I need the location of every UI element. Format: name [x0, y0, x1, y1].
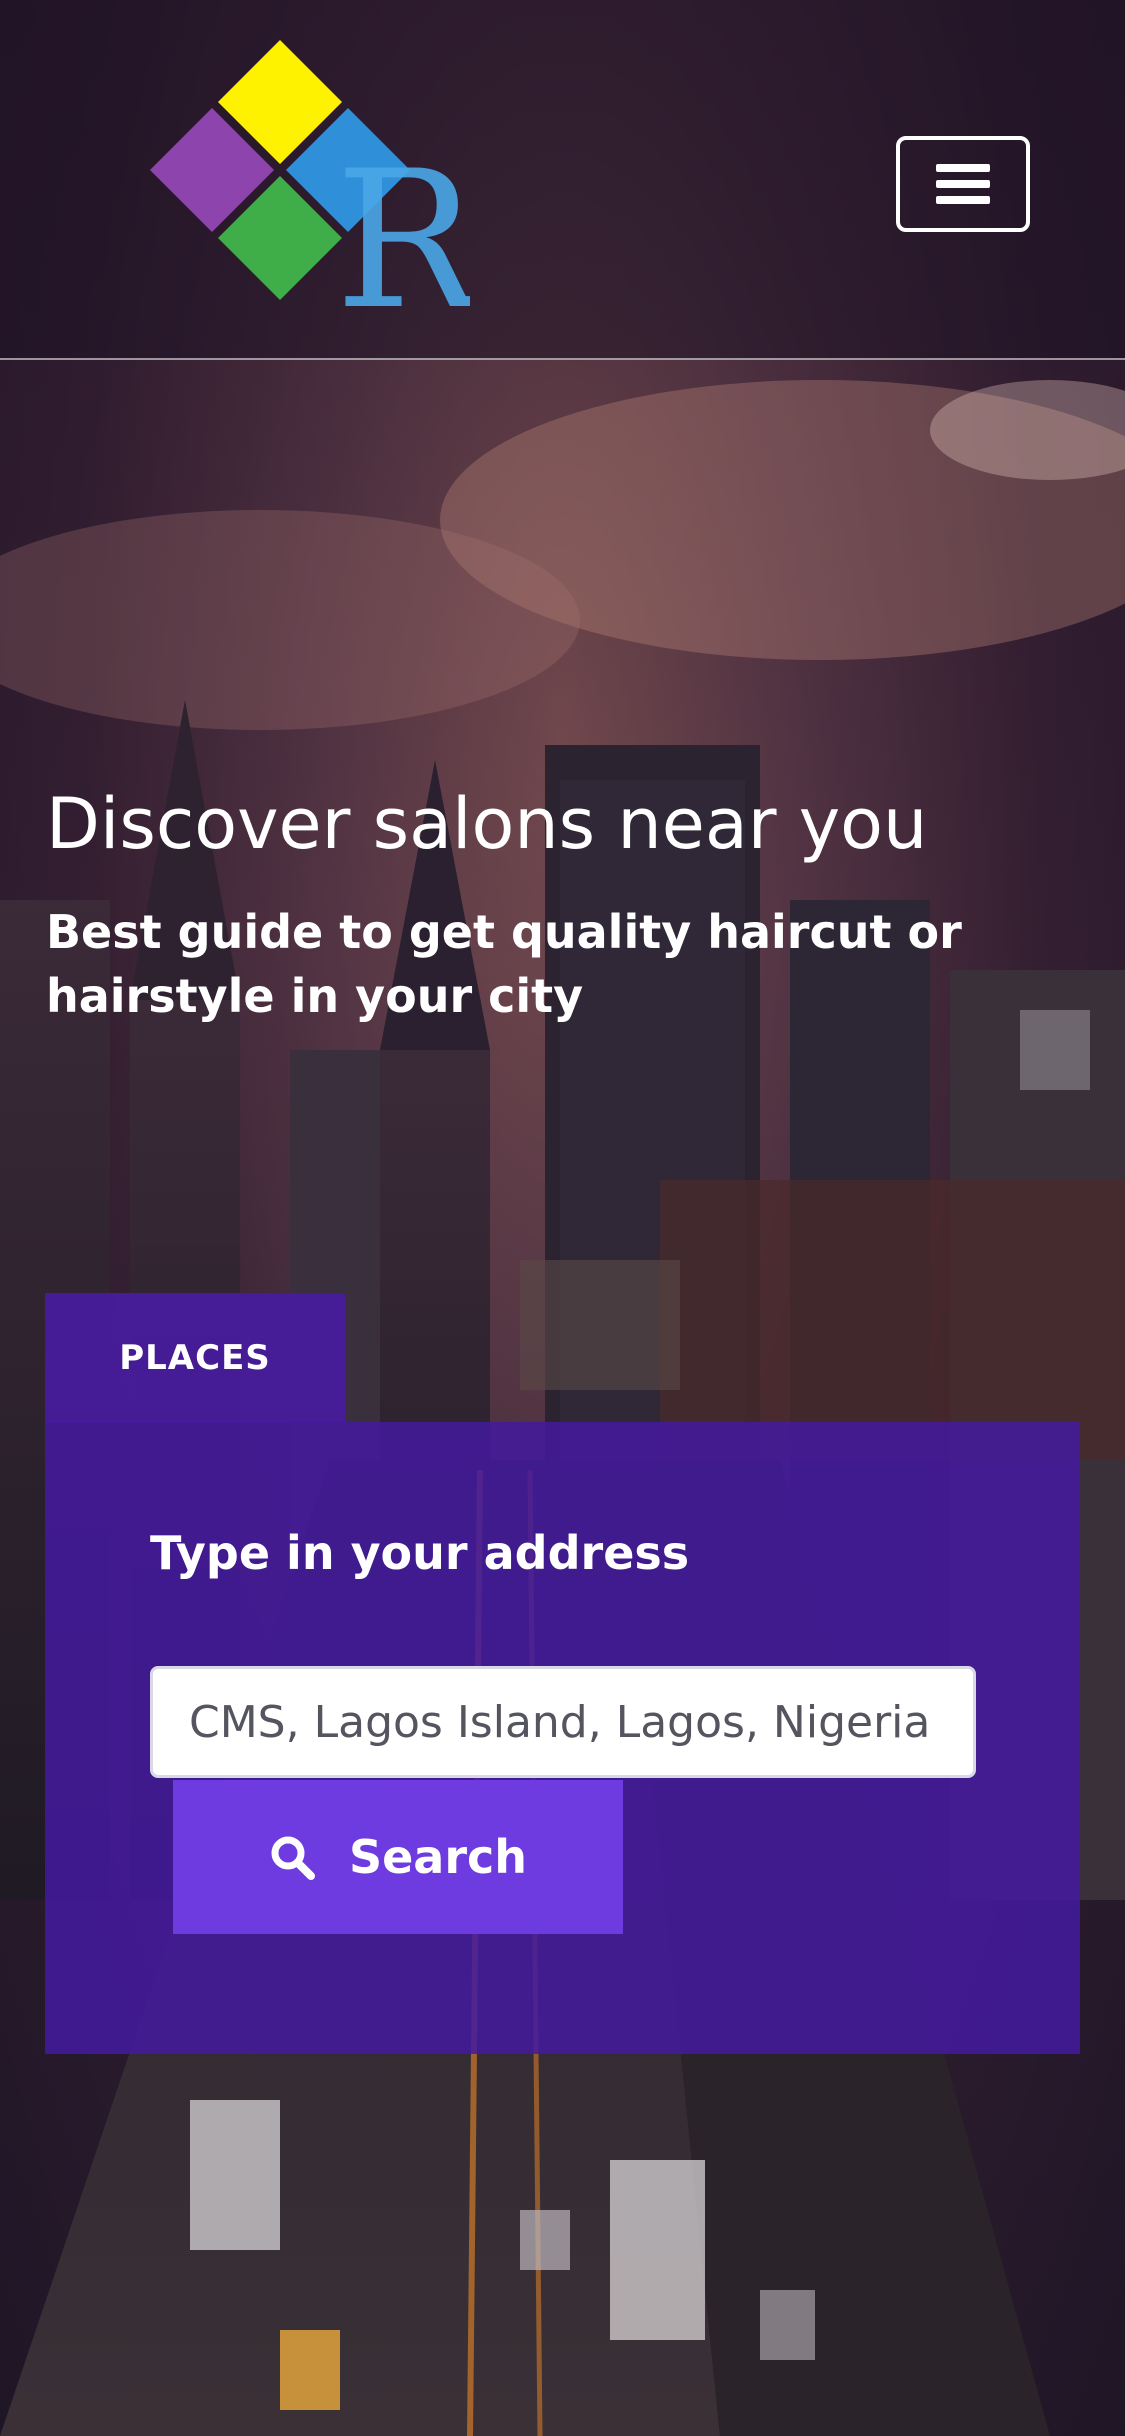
hamburger-menu-icon: [936, 164, 990, 204]
logo-letter: R: [335, 130, 470, 318]
address-input[interactable]: [150, 1666, 976, 1778]
page: R Discover salons near you Best guide to…: [0, 0, 1125, 2436]
hero-subtitle: Best guide to get quality haircut or hai…: [46, 905, 962, 1024]
search-button[interactable]: Search: [173, 1780, 623, 1934]
search-panel: Type in your address Search: [45, 1422, 1080, 2054]
city-skyline-background: [0, 380, 1125, 2436]
search-button-label: Search: [348, 1830, 528, 1884]
brand-logo[interactable]: R: [140, 38, 470, 318]
search-icon: [271, 1836, 315, 1880]
tab-places[interactable]: PLACES: [45, 1293, 345, 1423]
address-label: Type in your address: [150, 1526, 690, 1580]
hero-title: Discover salons near you: [46, 783, 928, 865]
menu-toggle-button[interactable]: [896, 136, 1030, 232]
site-header: R: [0, 0, 1125, 360]
